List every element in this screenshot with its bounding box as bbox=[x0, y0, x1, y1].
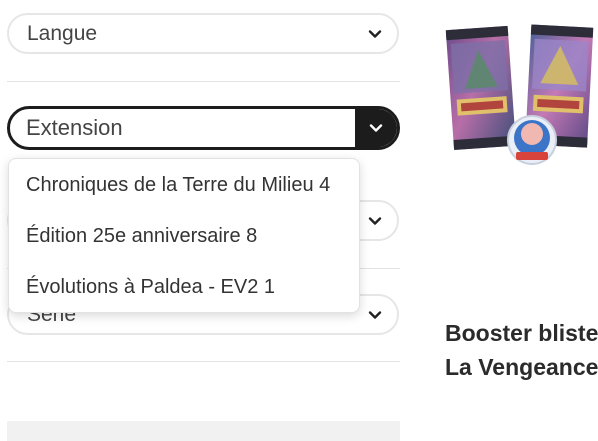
extension-filter-label: Extension bbox=[26, 115, 123, 140]
filter-divider bbox=[7, 81, 400, 82]
filter-divider bbox=[7, 361, 400, 362]
booster-packs-image[interactable] bbox=[440, 20, 598, 170]
extension-dropdown-menu: Chroniques de la Terre du Milieu 4 Éditi… bbox=[8, 158, 360, 313]
extension-option[interactable]: Évolutions à Paldea - EV2 1 bbox=[26, 275, 275, 299]
extension-filter-select[interactable]: Extension bbox=[7, 106, 400, 150]
langue-filter-label: Langue bbox=[27, 22, 98, 45]
extension-option[interactable]: Chroniques de la Terre du Milieu 4 bbox=[26, 173, 330, 197]
extension-option[interactable]: Édition 25e anniversaire 8 bbox=[26, 224, 257, 248]
chevron-down-icon bbox=[368, 217, 382, 225]
chevron-down-icon bbox=[368, 311, 382, 319]
chevron-down-icon bbox=[368, 30, 382, 38]
product-title-line: Booster bliste bbox=[445, 320, 598, 346]
langue-filter-select[interactable]: Langue bbox=[7, 13, 399, 54]
filter-footer-bar bbox=[7, 421, 400, 441]
chevron-down-icon bbox=[369, 124, 383, 132]
product-title[interactable]: Booster bliste La Vengeance bbox=[445, 316, 598, 384]
page: Langue Extension Série Chroniques de la … bbox=[0, 0, 598, 441]
extension-toggle-button[interactable] bbox=[355, 109, 397, 147]
product-title-line: La Vengeance bbox=[445, 354, 598, 380]
